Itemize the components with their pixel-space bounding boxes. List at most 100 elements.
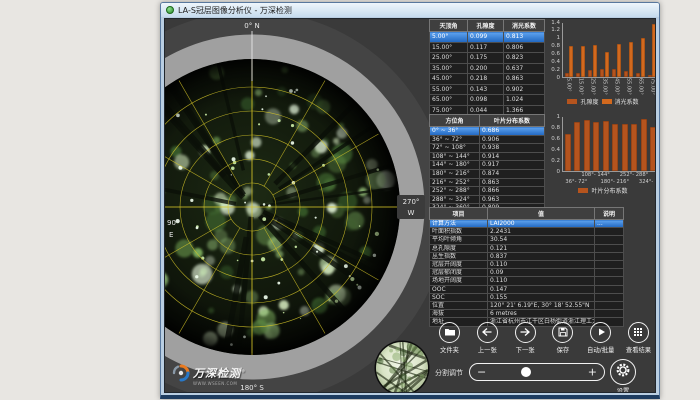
compass-west-label: W — [408, 209, 415, 217]
table-row[interactable]: 45.00°0.2180.863 — [430, 74, 545, 85]
table-row[interactable]: 144° ~ 180°0.917 — [430, 161, 545, 170]
compass-west-deg-label: 270° — [403, 198, 420, 206]
bar — [600, 69, 604, 77]
slider-minus-button[interactable]: − — [477, 366, 486, 377]
table-row[interactable]: 海拔6 metres — [430, 310, 624, 318]
azimuth-chart: 00.20.40.60.81 36°- 72°108°- 144°180°- 2… — [548, 114, 656, 195]
bar — [593, 122, 599, 171]
compass-north-label: 0° N — [244, 22, 259, 30]
y-tick-label: 0.4 — [551, 60, 560, 66]
compass-east-label: E — [169, 231, 173, 239]
folder-button[interactable]: 文件夹 — [431, 322, 468, 354]
main-content: 0° N 180° S 270° W 90° E 天顶角孔隙度消光系数5.00°… — [164, 18, 656, 393]
x-tick-label: 25.00° — [586, 78, 598, 96]
folder-button-label: 文件夹 — [440, 345, 459, 354]
bar — [612, 124, 618, 171]
bar — [624, 71, 628, 77]
y-tick-label: 0 — [557, 169, 561, 175]
brand-logo: 万深检测® WWW.WSEEN.COM — [172, 364, 246, 386]
x-axis-labels: 36°- 72°108°- 144°180°- 216°252°- 288°32… — [562, 172, 656, 185]
bar — [603, 121, 609, 171]
slider-plus-button[interactable]: + — [588, 366, 597, 377]
parameters-table: 项目值说明计算方法LAI2000...叶面积指数2.2431平均叶倾角30.54… — [429, 207, 624, 327]
porosity-swatch — [567, 99, 577, 104]
table-row[interactable]: SOC0.155 — [430, 293, 624, 301]
table-row[interactable]: 108° ~ 144°0.914 — [430, 152, 545, 161]
bar — [612, 69, 616, 77]
play-icon — [595, 323, 607, 342]
x-axis-labels: 5.00°15.00°25.00°35.00°45.00°55.00°65.00… — [562, 78, 656, 96]
plot-area — [562, 23, 656, 78]
x-tick-label: 108°- 144° — [581, 172, 610, 178]
table-row[interactable]: 总孔隙度0.121 — [430, 244, 624, 252]
preview-thumbnail[interactable] — [373, 339, 431, 393]
view-results-button-label: 查看结果 — [626, 345, 651, 354]
x-tick-label: 55.00° — [622, 78, 634, 96]
zenith-table: 天顶角孔隙度消光系数5.00°0.0990.81315.00°0.1170.80… — [429, 19, 545, 116]
table-row[interactable]: 252° ~ 288°0.866 — [430, 187, 545, 196]
bar — [565, 73, 569, 77]
bar — [641, 119, 647, 171]
brand-url: WWW.WSEEN.COM — [193, 381, 246, 386]
table-row[interactable]: 5.00°0.0990.813 — [430, 32, 545, 43]
x-tick-label: 36°- 72° — [565, 179, 587, 185]
segmentation-slider[interactable]: − + — [469, 363, 605, 381]
next-image-button[interactable]: 下一张 — [507, 322, 544, 354]
gear-icon — [615, 362, 631, 382]
table-row[interactable]: 36° ~ 72°0.906 — [430, 135, 545, 144]
bar — [629, 42, 633, 77]
settings-button-label: 设置 — [610, 386, 636, 393]
compass-east-deg-label: 90° — [167, 219, 179, 227]
bar — [588, 70, 592, 77]
azimuth-chart-legend: 叶片分布系数 — [548, 186, 656, 195]
column-header: 项目 — [430, 208, 488, 220]
zenith-chart: 00.20.40.60.811.21.4 5.00°15.00°25.00°35… — [548, 20, 656, 106]
table-row[interactable]: 0° ~ 36°0.686 — [430, 127, 545, 136]
y-tick-label: 1 — [557, 114, 561, 120]
table-row[interactable]: 55.00°0.1430.902 — [430, 84, 545, 95]
table-row[interactable]: 位置120° 21' 6.19"E, 30° 18' 52.55"N — [430, 302, 624, 310]
table-header-row: 天顶角孔隙度消光系数 — [430, 20, 545, 32]
table-row[interactable]: 72° ~ 108°0.938 — [430, 144, 545, 153]
y-tick-label: 0.4 — [551, 147, 560, 153]
arrow-right-icon — [519, 323, 531, 342]
table-row[interactable]: 场地开阔度0.110 — [430, 277, 624, 285]
column-header: 消光系数 — [504, 20, 545, 32]
table-row[interactable]: 65.00°0.0981.024 — [430, 95, 545, 106]
slider-thumb[interactable] — [521, 367, 531, 377]
x-tick-label: 5.00° — [562, 78, 574, 96]
bar — [569, 46, 573, 77]
table-row[interactable]: 冠层郁闭度0.09 — [430, 269, 624, 277]
table-row[interactable]: 180° ~ 216°0.874 — [430, 169, 545, 178]
x-tick-label: 65.00° — [634, 78, 646, 96]
table-row[interactable]: 15.00°0.1170.806 — [430, 42, 545, 53]
y-tick-label: 0.2 — [551, 158, 560, 164]
save-button[interactable]: 保存 — [544, 322, 581, 354]
titlebar[interactable]: LA-S冠层图像分析仪 - 万深检测 — [161, 3, 659, 17]
table-row[interactable]: 叶面积指数2.2431 — [430, 228, 624, 236]
table-row[interactable]: 平均叶倾角30.54 — [430, 236, 624, 244]
x-tick-label: 180°- 216° — [601, 179, 630, 185]
bar — [565, 134, 571, 171]
brand-name: 万深检测® — [193, 365, 246, 381]
auto-batch-button[interactable]: 自动/批量 — [582, 322, 619, 354]
previous-image-button[interactable]: 上一张 — [469, 322, 506, 354]
previous-button-label: 上一张 — [478, 345, 497, 354]
bar — [584, 120, 590, 171]
table-row[interactable]: 216° ~ 252°0.863 — [430, 178, 545, 187]
x-tick-label: 35.00° — [598, 78, 610, 96]
table-row[interactable]: 冠层开阔度0.110 — [430, 261, 624, 269]
table-row[interactable]: OOC0.147 — [430, 285, 624, 293]
table-row[interactable]: 35.00°0.2000.637 — [430, 63, 545, 74]
settings-button[interactable] — [610, 359, 636, 385]
table-row[interactable]: 计算方法LAI2000... — [430, 220, 624, 228]
porosity-legend-label: 孔隙度 — [580, 97, 598, 106]
table-row[interactable]: 丛生指数0.837 — [430, 252, 624, 260]
table-row[interactable]: 25.00°0.1750.823 — [430, 53, 545, 64]
column-header: 值 — [488, 208, 595, 220]
x-tick-label: 45.00° — [610, 78, 622, 96]
view-results-button[interactable]: 查看结果 — [620, 322, 656, 354]
folder-icon — [444, 323, 456, 342]
table-row[interactable]: 288° ~ 324°0.963 — [430, 195, 545, 204]
y-axis: 00.20.40.60.811.21.4 — [548, 23, 562, 78]
